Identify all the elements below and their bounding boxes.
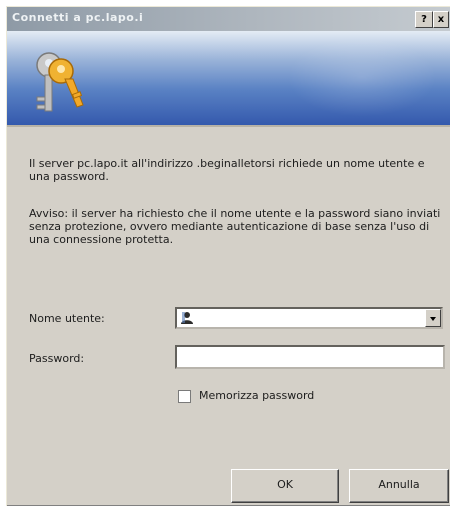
warning-message: Avviso: il server ha richiesto che il no… [29,207,441,246]
remember-password-checkbox[interactable] [178,390,191,403]
dropdown-arrow-button[interactable] [425,309,441,327]
window-title: Connetti a pc.lapo.i [12,11,144,24]
banner [7,31,450,127]
login-dialog: Connetti a pc.lapo.i ? x Il server pc.la… [6,6,450,506]
info-message: Il server pc.lapo.it all'indirizzo .begi… [29,157,425,183]
remember-password-label[interactable]: Memorizza password [199,389,314,402]
password-field[interactable] [175,345,445,369]
password-label: Password: [29,352,85,365]
user-icon [181,312,193,324]
ok-button[interactable]: OK [231,469,339,503]
close-button[interactable]: x [433,11,449,28]
username-label: Nome utente: [29,312,105,325]
title-bar: Connetti a pc.lapo.i ? x [7,7,450,31]
cancel-button[interactable]: Annulla [349,469,449,503]
keys-icon [36,52,84,112]
username-combobox[interactable] [175,307,443,329]
banner-glow [287,37,437,117]
help-button[interactable]: ? [415,11,433,28]
